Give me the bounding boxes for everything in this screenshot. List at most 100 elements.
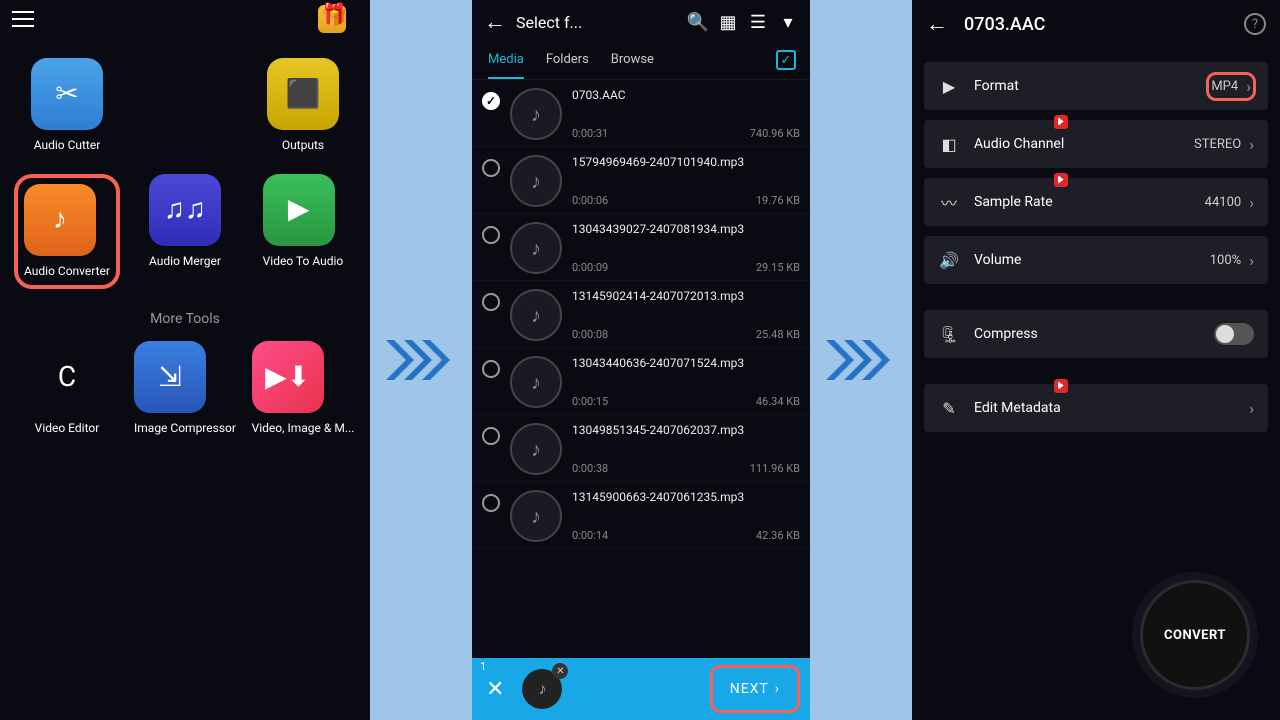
radio-icon[interactable] bbox=[482, 494, 500, 512]
file-row[interactable]: ♪ 13043439027-2407081934.mp3 0:00:0929.1… bbox=[472, 214, 810, 281]
radio-icon[interactable] bbox=[482, 293, 500, 311]
tab-browse[interactable]: Browse bbox=[611, 52, 654, 79]
grid-view-icon[interactable]: ▦ bbox=[718, 12, 738, 32]
app-tile[interactable]: ♫♫ Audio Merger bbox=[126, 164, 244, 300]
tab-folders[interactable]: Folders bbox=[546, 52, 589, 79]
audio-thumb-icon: ♪ bbox=[510, 155, 562, 207]
spacer bbox=[126, 48, 244, 164]
help-icon[interactable]: ? bbox=[1244, 13, 1266, 35]
new-badge-icon bbox=[1054, 379, 1068, 393]
compress-toggle[interactable] bbox=[1214, 323, 1254, 345]
file-name: 13145900663-2407061235.mp3 bbox=[572, 490, 800, 504]
sort-icon[interactable]: ☰ bbox=[748, 12, 768, 32]
setting-label: Edit Metadata bbox=[974, 400, 1227, 416]
setting-row[interactable]: ◧ Audio Channel STEREO› bbox=[924, 120, 1268, 168]
app-tile[interactable]: ▶ Video To Audio bbox=[244, 164, 362, 300]
file-select-panel: ← Select f... 🔍 ▦ ☰ ▾ Media Folders Browse… bbox=[472, 0, 810, 720]
setting-label: Compress bbox=[974, 326, 1192, 342]
edit-icon: ✎ bbox=[938, 397, 960, 419]
setting-label: Audio Channel bbox=[974, 136, 1180, 152]
selection-count: 1 bbox=[480, 660, 486, 673]
audio-thumb-icon: ♪ bbox=[510, 356, 562, 408]
app-tile[interactable]: ✂ Audio Cutter bbox=[8, 48, 126, 164]
chevron-right-icon: › bbox=[1249, 193, 1254, 212]
next-button[interactable]: NEXT › bbox=[716, 671, 794, 707]
file-row[interactable]: ♪ 0703.AAC 0:00:31740.96 KB bbox=[472, 80, 810, 147]
new-badge-icon bbox=[1054, 115, 1068, 129]
app-label: Audio Merger bbox=[149, 254, 221, 270]
dropdown-icon[interactable]: ▾ bbox=[778, 12, 798, 32]
convert-button[interactable]: CONVERT bbox=[1140, 580, 1250, 690]
file-duration: 0:00:38 bbox=[572, 462, 608, 475]
app-label: Video Editor bbox=[31, 421, 103, 437]
app-icon: ▶⬇ bbox=[252, 341, 324, 413]
app-icon: ♫♫ bbox=[149, 174, 221, 246]
tab-media[interactable]: Media bbox=[488, 52, 524, 79]
format-highlight: MP4› bbox=[1206, 72, 1256, 101]
app-icon: ✂ bbox=[31, 58, 103, 130]
file-row[interactable]: ♪ 13043440636-2407071524.mp3 0:00:1546.3… bbox=[472, 348, 810, 415]
metadata-row[interactable]: ✎ Edit Metadata › bbox=[924, 384, 1268, 432]
app-tile[interactable]: C Video Editor bbox=[8, 331, 126, 447]
file-size: 46.34 KB bbox=[756, 395, 800, 408]
app-icon: ⇲ bbox=[134, 341, 206, 413]
radio-icon[interactable] bbox=[482, 427, 500, 445]
convert-settings-panel: ← 0703.AAC ? ▶ Format MP4› ◧ Audio Chann… bbox=[912, 0, 1280, 720]
app-tile[interactable]: ⬛ Outputs bbox=[244, 48, 362, 164]
setting-value: MP4 bbox=[1211, 79, 1238, 94]
file-header: ← Select f... 🔍 ▦ ☰ ▾ bbox=[472, 0, 810, 44]
file-name: 15794969469-2407101940.mp3 bbox=[572, 155, 800, 169]
file-info: 13145902414-2407072013.mp3 0:00:0825.48 … bbox=[572, 289, 800, 341]
new-badge-icon bbox=[1054, 173, 1068, 187]
app-icon: ▶ bbox=[263, 174, 335, 246]
home-panel: ✂ Audio Cutter ⬛ Outputs ♪ Audio Convert… bbox=[0, 0, 370, 720]
setting-icon: 🔊 bbox=[938, 249, 960, 271]
select-all-icon[interactable]: ✓ bbox=[776, 50, 796, 70]
file-row[interactable]: ♪ 15794969469-2407101940.mp3 0:00:0619.7… bbox=[472, 147, 810, 214]
settings-title: 0703.AAC bbox=[964, 14, 1228, 35]
setting-row[interactable]: 🔊 Volume 100%› bbox=[924, 236, 1268, 284]
settings-header: ← 0703.AAC ? bbox=[912, 0, 1280, 48]
setting-icon: 〰 bbox=[938, 191, 960, 213]
setting-value: STEREO bbox=[1194, 137, 1241, 152]
audio-thumb-icon: ♪ bbox=[510, 423, 562, 475]
arrow-gap bbox=[370, 0, 472, 720]
selection-footer: 1 ✕ ♪✕ NEXT › bbox=[472, 658, 810, 720]
file-duration: 0:00:08 bbox=[572, 328, 608, 341]
app-tile[interactable]: ⇲ Image Compressor bbox=[126, 331, 244, 447]
menu-icon[interactable] bbox=[12, 11, 34, 27]
app-tile[interactable]: ♪ Audio Converter bbox=[8, 164, 126, 300]
radio-icon[interactable] bbox=[482, 360, 500, 378]
radio-icon[interactable] bbox=[482, 92, 500, 110]
file-duration: 0:00:06 bbox=[572, 194, 608, 207]
setting-label: Format bbox=[974, 78, 1194, 94]
app-label: Audio Cutter bbox=[31, 138, 103, 154]
back-icon[interactable]: ← bbox=[484, 9, 506, 35]
remove-icon[interactable]: ✕ bbox=[552, 663, 568, 679]
setting-value: 100% bbox=[1210, 253, 1241, 268]
search-icon[interactable]: 🔍 bbox=[688, 12, 708, 32]
compress-row[interactable]: 🗜 Compress bbox=[924, 310, 1268, 358]
next-highlight: NEXT › bbox=[710, 665, 800, 713]
app-tile[interactable]: ▶⬇ Video, Image & M... bbox=[244, 331, 362, 447]
file-row[interactable]: ♪ 13145902414-2407072013.mp3 0:00:0825.4… bbox=[472, 281, 810, 348]
app-label: Audio Converter bbox=[24, 264, 110, 280]
setting-icon: ◧ bbox=[938, 133, 960, 155]
setting-row[interactable]: ▶ Format MP4› bbox=[924, 62, 1268, 110]
back-icon[interactable]: ← bbox=[926, 11, 948, 37]
radio-icon[interactable] bbox=[482, 159, 500, 177]
radio-icon[interactable] bbox=[482, 226, 500, 244]
arrow-icon bbox=[386, 335, 456, 385]
file-row[interactable]: ♪ 13145900663-2407061235.mp3 0:00:1442.3… bbox=[472, 482, 810, 549]
gift-icon[interactable] bbox=[318, 5, 346, 33]
close-icon[interactable]: ✕ bbox=[486, 677, 504, 702]
file-size: 111.96 KB bbox=[750, 462, 800, 475]
file-size: 25.48 KB bbox=[756, 328, 800, 341]
file-row[interactable]: ♪ 13049851345-2407062037.mp3 0:00:38111.… bbox=[472, 415, 810, 482]
file-info: 13049851345-2407062037.mp3 0:00:38111.96… bbox=[572, 423, 800, 475]
setting-label: Sample Rate bbox=[974, 194, 1191, 210]
setting-row[interactable]: 〰 Sample Rate 44100› bbox=[924, 178, 1268, 226]
selected-thumb[interactable]: ♪✕ bbox=[522, 669, 562, 709]
file-duration: 0:00:14 bbox=[572, 529, 608, 542]
chevron-right-icon: › bbox=[1249, 251, 1254, 270]
